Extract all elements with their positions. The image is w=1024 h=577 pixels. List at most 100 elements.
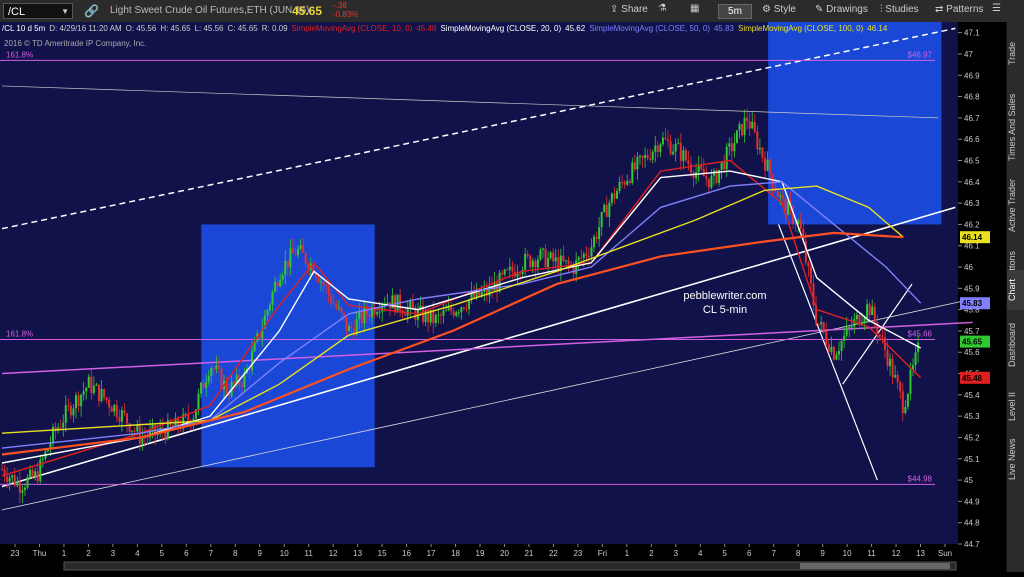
fib-top-label: 161.8% [6,50,33,59]
tab-active-trader[interactable]: Active Trader [1007,172,1024,238]
tab-times-and-sales[interactable]: Times And Sales [1007,88,1024,166]
candle-body [437,314,440,316]
tab-live-news[interactable]: Live News [1007,432,1024,486]
candle-body [863,317,866,323]
candle-body [452,311,455,316]
style-button[interactable]: ⚙ Style [762,4,796,15]
candle-body [595,236,598,240]
candle-body [845,327,848,336]
candle-body [707,178,710,188]
candle-body [274,281,277,292]
candle-body [636,156,639,170]
candle-body [75,395,78,409]
tab-chart[interactable]: Chart [1007,270,1024,310]
y-tick-label: 45.4 [964,391,980,400]
candle-body [549,252,552,259]
sma50-label: SimpleMovingAvg (CLOSE, 50, 0) [589,24,710,33]
candle-body [23,487,26,491]
candle-body [886,349,889,367]
candle-body [552,252,555,262]
candle-body [623,182,626,185]
candle-body [626,181,629,185]
candle-body [501,272,504,275]
candle-body [677,142,680,144]
candle-body [720,161,723,170]
candle-body [909,369,912,395]
candle-body [276,281,279,287]
scrollbar-thumb[interactable] [800,563,950,569]
patterns-button[interactable]: ⇄ Patterns [935,4,983,15]
candle-body [92,385,95,394]
candle-body [136,425,139,432]
candle-body [291,248,294,254]
candle-body [878,334,881,336]
candle-body [746,117,749,122]
candle-body [786,201,789,215]
chart-area[interactable]: 47.1 47 46.9 46.8 46.7 46.6 46.5 46.4 46.3 46.2 46… [0,22,1006,572]
tab-trade[interactable]: Trade [1007,28,1024,78]
candle-body [771,174,774,188]
y-tick-label: 46.4 [964,178,980,187]
x-tick-label: 16 [402,549,411,558]
candle-body [31,469,34,477]
candle-body [212,367,215,370]
sma10-label: SimpleMovingAvg (CLOSE, 10, 0) [291,24,413,33]
candle-body [531,260,534,267]
menu-icon[interactable]: ☰ [992,3,1001,14]
candle-body [646,154,649,159]
drawings-button[interactable]: ✎ Drawings [815,4,868,15]
candle-body [743,117,746,136]
share-button[interactable]: ⇪ Share [610,4,648,15]
candle-body [534,260,537,268]
candle-body [337,307,340,309]
candle-body [82,391,85,395]
candle-body [506,269,509,271]
candle-body [8,477,11,482]
candle-body [838,350,841,355]
studies-label: Studies [885,4,919,15]
bar-close: C: 45.65 [227,24,258,33]
candle-body [557,257,560,271]
y-tick-label: 44.7 [964,540,980,549]
x-tick-label: 7 [209,549,214,558]
candle-body [539,249,542,260]
candle-body [871,306,874,316]
price-chart[interactable]: 47.14746.946.846.746.646.546.446.346.246… [0,22,1006,572]
tab-dashboard[interactable]: Dashboard [1007,314,1024,376]
symbol-input[interactable]: /CL ▼ [3,3,73,19]
link-icon[interactable]: 🔗 [84,4,99,18]
candle-body [11,475,14,478]
y-tick-label: 45.3 [964,412,980,421]
candle-body [894,375,897,378]
bar-range: R: 0.09 [261,24,288,33]
x-tick-label: 10 [843,549,852,558]
candle-body [85,387,88,392]
chevron-down-icon[interactable]: ▼ [61,4,69,20]
studies-button[interactable]: ⫶ Studies [880,4,919,15]
y-tick-label: 44.8 [964,519,980,528]
candle-body [358,311,361,320]
candle-body [118,417,121,422]
timeframe-select[interactable]: 5m [718,4,752,19]
candle-body [679,142,682,161]
candle-body [220,368,223,390]
candle-body [705,176,708,179]
candle-body [146,437,149,439]
candle-body [541,248,544,250]
candle-body [756,131,759,150]
fib-low-value: $44.98 [908,474,933,483]
beaker-icon[interactable]: ⚗ [658,3,667,14]
price-badge-label: 45.48 [962,374,983,383]
candle-body [519,273,522,275]
candle-body [794,223,797,225]
candle-body [13,475,16,486]
candle-body [345,317,348,332]
candle-body [585,253,588,256]
x-tick-label: 10 [280,549,289,558]
candle-body [748,121,751,129]
candle-body [508,266,511,270]
candle-body [633,162,636,170]
candle-body [67,405,70,407]
grid-icon[interactable]: ▦ [690,3,699,14]
tab-level-ii[interactable]: Level II [1007,382,1024,430]
